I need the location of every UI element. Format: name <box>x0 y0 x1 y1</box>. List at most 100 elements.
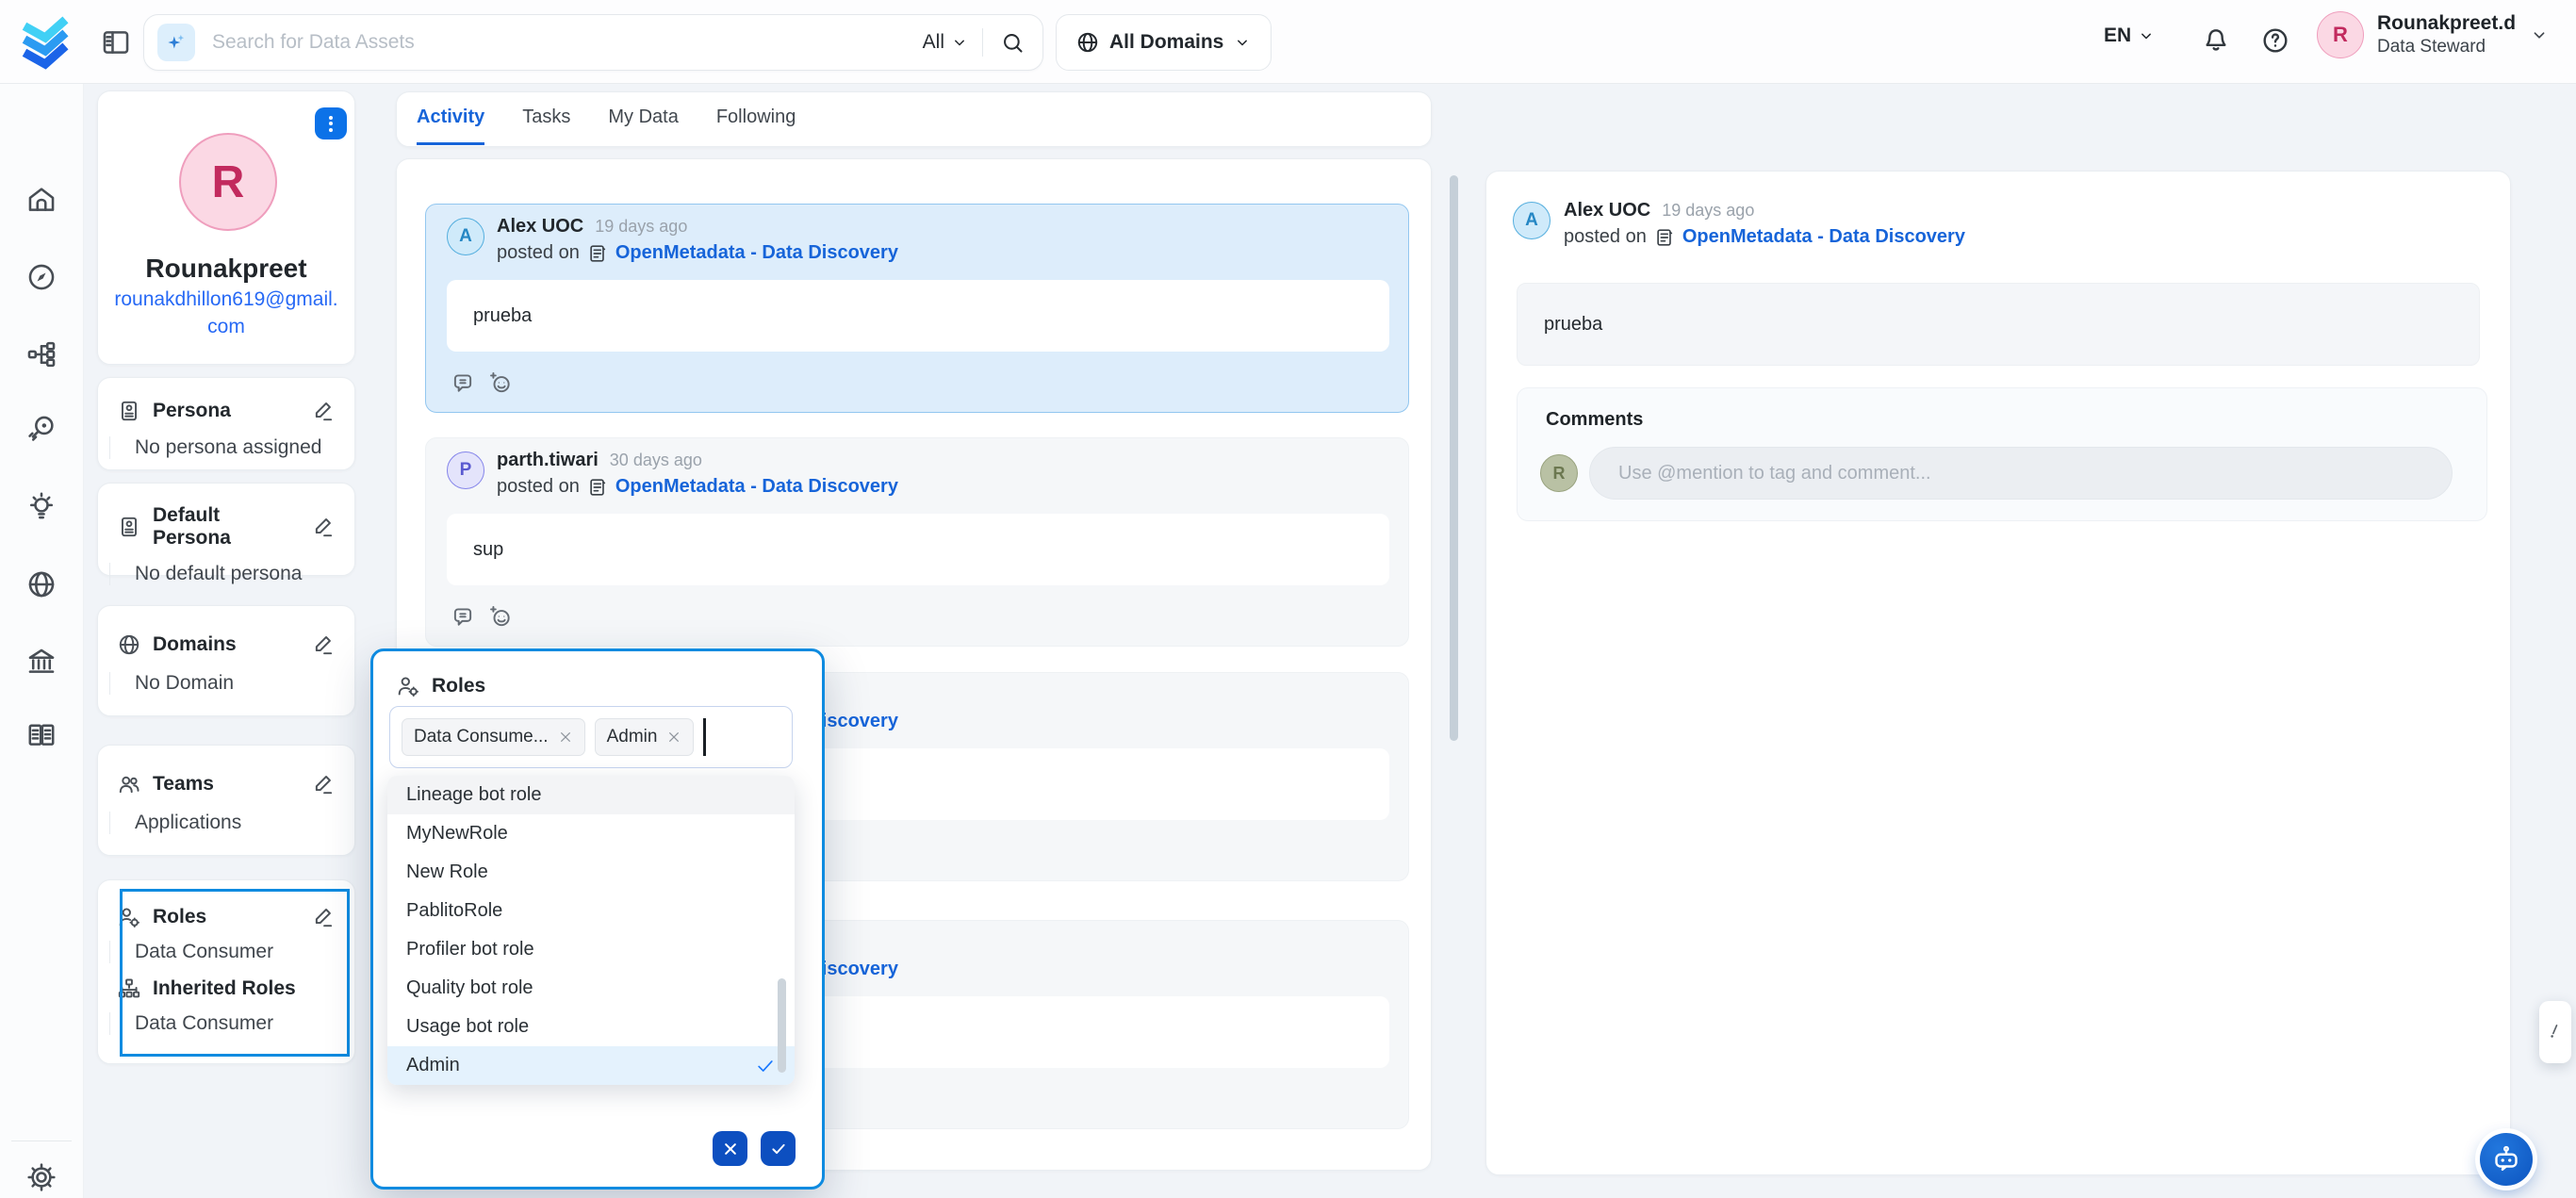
persona-value: No persona assigned <box>109 436 354 459</box>
language-label: EN <box>2104 25 2131 47</box>
document-icon <box>1654 227 1675 248</box>
post-timestamp: 19 days ago <box>595 217 687 237</box>
roles-value: Data Consumer <box>109 941 354 963</box>
role-option[interactable]: Usage bot role <box>387 1008 795 1046</box>
post-body: sup <box>447 514 1389 585</box>
home-icon[interactable] <box>25 184 57 216</box>
persona-icon <box>117 399 141 423</box>
explore-icon[interactable] <box>25 261 57 293</box>
comment-input[interactable] <box>1589 447 2453 500</box>
observability-icon[interactable] <box>25 338 57 370</box>
confirm-button[interactable] <box>761 1131 796 1166</box>
domains-value: No Domain <box>109 672 354 695</box>
openmetadata-logo-icon[interactable] <box>15 11 75 72</box>
search-scope-label: All <box>923 31 944 54</box>
domains-label: Domains <box>153 633 300 656</box>
feed-post[interactable]: P parth.tiwari 30 days ago posted on Ope… <box>425 437 1409 647</box>
add-reaction-icon[interactable] <box>488 370 513 395</box>
tab-tasks[interactable]: Tasks <box>522 91 570 145</box>
domains-icon <box>117 632 141 657</box>
domains-icon[interactable] <box>25 568 57 600</box>
edit-default-persona-icon[interactable] <box>311 515 336 539</box>
persona-label: Persona <box>153 400 300 422</box>
roles-card: Roles Data Consumer Inherited Roles Data… <box>97 879 355 1064</box>
notifications-bell-icon[interactable] <box>2201 25 2231 56</box>
insights-icon[interactable] <box>25 491 57 523</box>
user-role: Data Steward <box>2377 36 2516 58</box>
selected-role-chip[interactable]: Admin <box>595 718 695 756</box>
chatbot-fab-button[interactable] <box>2480 1133 2533 1186</box>
edit-roles-icon[interactable] <box>311 905 336 929</box>
role-option[interactable]: PablitoRole <box>387 892 795 930</box>
roles-label: Roles <box>153 906 300 928</box>
role-option[interactable]: New Role <box>387 853 795 892</box>
roles-popup-title: Roles <box>432 675 485 697</box>
domain-filter-dropdown[interactable]: All Domains <box>1056 14 1272 71</box>
inherited-roles-value: Data Consumer <box>109 1012 354 1035</box>
help-icon[interactable] <box>2260 25 2290 56</box>
domain-filter-label: All Domains <box>1109 31 1223 54</box>
edit-domains-icon[interactable] <box>311 632 336 657</box>
tab-activity[interactable]: Activity <box>417 91 484 145</box>
teams-label: Teams <box>153 773 300 796</box>
profile-tabs: Activity Tasks My Data Following <box>396 91 1430 145</box>
ai-sparkle-icon[interactable] <box>157 24 195 61</box>
comments-title: Comments <box>1546 409 1643 431</box>
feed-post[interactable]: A Alex UOC 19 days ago posted on OpenMet… <box>425 204 1409 413</box>
post-author: Alex UOC <box>1564 200 1650 222</box>
edit-teams-icon[interactable] <box>311 772 336 796</box>
feed-scrollbar[interactable] <box>1450 175 1458 741</box>
comments-panel: Comments R <box>1517 387 2487 521</box>
roles-dropdown-list: Lineage bot role MyNewRole New Role Pabl… <box>387 776 795 1085</box>
remove-chip-icon[interactable] <box>558 730 573 745</box>
post-body: prueba <box>1517 283 2480 366</box>
chevron-down-icon <box>1233 33 1252 52</box>
chip-label: Data Consume... <box>414 727 549 747</box>
post-detail-panel: A Alex UOC 19 days ago posted on OpenMet… <box>1485 171 2511 1175</box>
profile-kebab-menu-button[interactable] <box>315 107 347 139</box>
roles-multiselect-input[interactable]: Data Consume... Admin <box>389 706 793 768</box>
role-option[interactable]: Profiler bot role <box>387 930 795 969</box>
language-selector[interactable]: EN <box>2104 25 2156 47</box>
post-avatar: A <box>1513 202 1551 239</box>
cancel-button[interactable] <box>713 1131 747 1166</box>
role-option[interactable]: Lineage bot role <box>387 776 795 814</box>
post-target-link[interactable]: OpenMetadata - Data Discovery <box>1682 226 1965 248</box>
role-option-selected[interactable]: Admin <box>387 1046 795 1085</box>
post-author: Alex UOC <box>497 216 583 238</box>
post-target-link[interactable]: OpenMetadata - Data Discovery <box>615 242 898 264</box>
settings-icon[interactable] <box>25 1161 57 1193</box>
role-option[interactable]: Quality bot role <box>387 969 795 1008</box>
collapsed-panel-handle[interactable] <box>2539 1001 2571 1063</box>
user-name: Rounakpreet.d <box>2377 11 2516 36</box>
govern-icon[interactable] <box>25 646 57 678</box>
profile-card: R Rounakpreet rounakdhillon619@gmail.com <box>97 90 355 365</box>
remove-chip-icon[interactable] <box>666 730 681 745</box>
reply-comment-icon[interactable] <box>451 604 475 629</box>
roles-icon <box>396 674 420 698</box>
post-timestamp: 30 days ago <box>610 451 702 470</box>
edit-persona-icon[interactable] <box>311 399 336 423</box>
add-reaction-icon[interactable] <box>488 604 513 629</box>
reply-comment-icon[interactable] <box>451 370 475 395</box>
post-target-link[interactable]: OpenMetadata - Data Discovery <box>615 476 898 498</box>
selected-role-chip[interactable]: Data Consume... <box>402 718 585 756</box>
post-action: posted on <box>497 476 580 498</box>
profile-email-link[interactable]: rounakdhillon619@gmail.com <box>111 286 341 341</box>
roles-icon <box>117 905 141 929</box>
search-input[interactable] <box>210 30 910 55</box>
search-submit-icon[interactable] <box>983 30 1042 56</box>
global-search-bar[interactable]: All <box>143 14 1043 71</box>
role-option[interactable]: MyNewRole <box>387 814 795 853</box>
sidebar-toggle-icon[interactable] <box>100 26 132 58</box>
default-persona-value: No default persona <box>109 563 354 585</box>
data-quality-icon[interactable] <box>25 413 57 445</box>
tab-following[interactable]: Following <box>716 91 796 145</box>
search-scope-dropdown[interactable]: All <box>910 31 982 54</box>
domains-card: Domains No Domain <box>97 605 355 716</box>
user-menu[interactable]: R Rounakpreet.d Data Steward <box>2317 11 2550 58</box>
dropdown-scrollbar[interactable] <box>778 978 786 1073</box>
post-avatar: P <box>447 451 484 489</box>
tab-my-data[interactable]: My Data <box>608 91 678 145</box>
glossary-icon[interactable] <box>25 719 57 751</box>
